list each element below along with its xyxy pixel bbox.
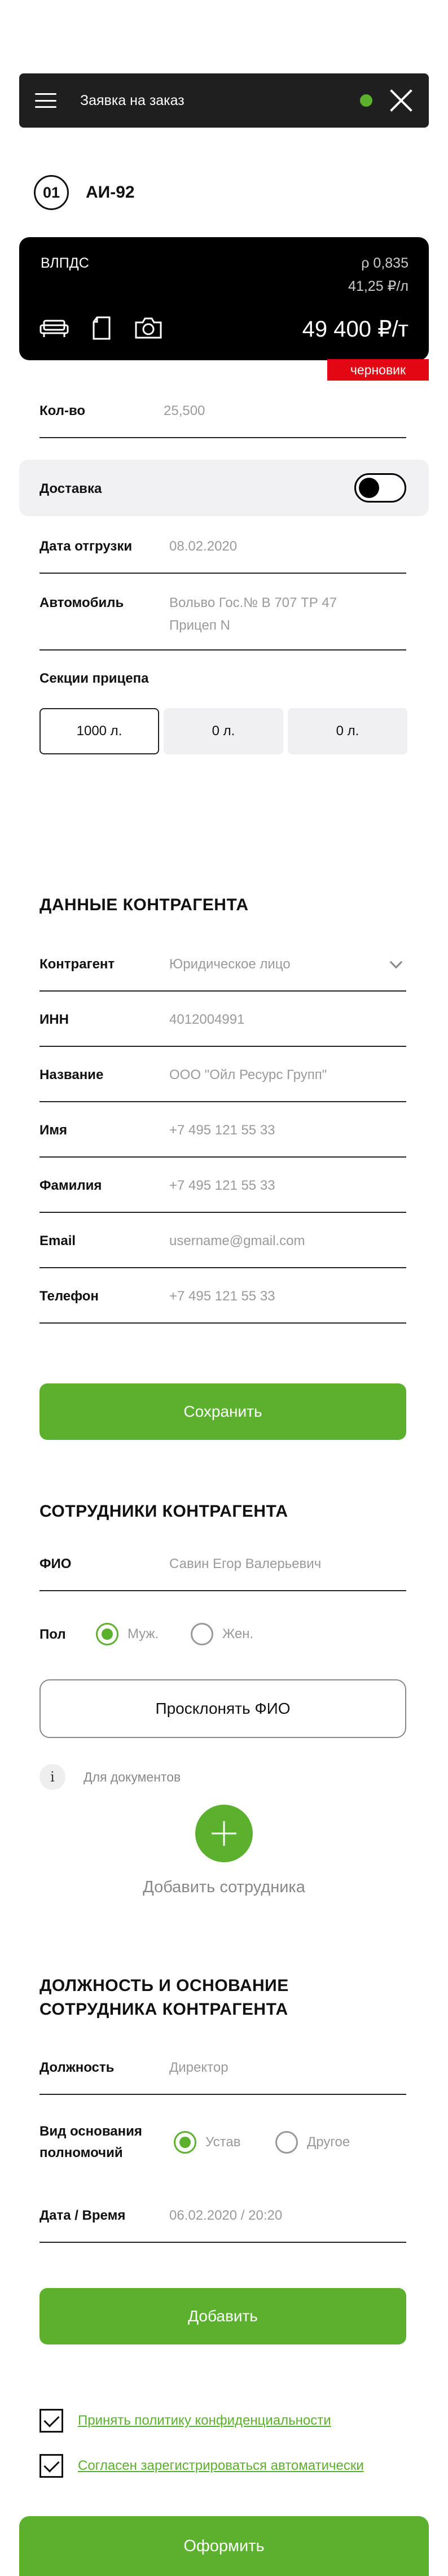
- employees-heading: СОТРУДНИКИ КОНТРАГЕНТА: [39, 1502, 288, 1521]
- delivery-toggle[interactable]: [354, 473, 406, 503]
- supplier-name: ВЛПДС: [41, 255, 89, 271]
- position-value[interactable]: Директор: [169, 2060, 229, 2076]
- auto-register-checkbox[interactable]: [39, 2454, 63, 2478]
- sofa-icon[interactable]: [39, 317, 69, 339]
- decline-fio-button[interactable]: Просклонять ФИО: [39, 1679, 406, 1738]
- privacy-policy-link[interactable]: Принять политику конфиденциальности: [78, 2413, 331, 2429]
- company-name-value[interactable]: ООО "Ойл Ресурс Групп": [169, 1067, 327, 1083]
- price-per-liter: 41,25 ₽/л: [348, 278, 409, 294]
- info-note-text: Для документов: [84, 1769, 181, 1784]
- save-button[interactable]: Сохранить: [39, 1383, 406, 1440]
- app-header: Заявка на заказ: [19, 73, 429, 128]
- last-name-value[interactable]: +7 495 121 55 33: [169, 1178, 275, 1194]
- fuel-title: 01 АИ-92: [34, 175, 135, 210]
- counterparty-type-label: Контрагент: [39, 957, 115, 972]
- first-name-value[interactable]: +7 495 121 55 33: [169, 1123, 275, 1138]
- auto-register-link[interactable]: Согласен зарегистрироваться автоматическ…: [78, 2458, 364, 2474]
- add-button[interactable]: Добавить: [39, 2288, 406, 2344]
- page-title: Заявка на заказ: [80, 92, 185, 108]
- quantity-label: Кол-во: [39, 403, 86, 418]
- privacy-checkbox[interactable]: [39, 2409, 63, 2433]
- phone-value[interactable]: +7 495 121 55 33: [169, 1289, 275, 1304]
- status-indicator: [360, 94, 372, 107]
- position-label: Должность: [39, 2060, 115, 2075]
- product-card: ВЛПДС ρ 0,835 41,25 ₽/л 49 400 ₽/т: [19, 237, 429, 360]
- fio-value[interactable]: Савин Егор Валерьевич: [169, 1556, 321, 1572]
- counterparty-type-value[interactable]: Юридическое лицо: [169, 957, 291, 972]
- add-employee-label[interactable]: Добавить сотрудника: [0, 1878, 448, 1897]
- fuel-number-badge: 01: [34, 175, 69, 210]
- counterparty-type-select[interactable]: Контрагент Юридическое лицо: [39, 935, 406, 992]
- document-icon[interactable]: [91, 316, 112, 340]
- car-field[interactable]: Автомобиль Вольво Гос.№ В 707 ТР 47 Приц…: [39, 574, 406, 650]
- trailer-section-3[interactable]: 0 л.: [288, 708, 407, 754]
- counterparty-heading: ДАННЫЕ КОНТРАГЕНТА: [39, 896, 249, 914]
- datetime-value[interactable]: 06.02.2020 / 20:20: [169, 2208, 282, 2224]
- last-name-field[interactable]: Фамилия +7 495 121 55 33: [39, 1156, 406, 1213]
- basis-other-radio[interactable]: Другое: [275, 2131, 350, 2154]
- position-field[interactable]: Должность Директор: [39, 2038, 406, 2095]
- phone-field[interactable]: Телефон +7 495 121 55 33: [39, 1267, 406, 1324]
- total-price: 49 400 ₽/т: [302, 317, 409, 342]
- position-heading-line-2: СОТРУДНИКА КОНТРАГЕНТА: [39, 2000, 288, 2019]
- trailer-sections-label: Секции прицепа: [39, 671, 149, 686]
- delivery-label: Доставка: [39, 481, 102, 496]
- fio-label: ФИО: [39, 1556, 72, 1571]
- first-name-field[interactable]: Имя +7 495 121 55 33: [39, 1101, 406, 1158]
- submit-order-button[interactable]: Оформить: [19, 2516, 429, 2576]
- ship-date-label: Дата отгрузки: [39, 539, 133, 554]
- gender-male-label: Муж.: [128, 1626, 159, 1641]
- add-employee-plus-icon[interactable]: [195, 1805, 253, 1862]
- auto-register-checkbox-row[interactable]: Согласен зарегистрироваться автоматическ…: [39, 2454, 364, 2478]
- basis-charter-radio[interactable]: Устав: [174, 2131, 240, 2154]
- inn-label: ИНН: [39, 1012, 69, 1027]
- company-name-field[interactable]: Название ООО "Ойл Ресурс Групп": [39, 1046, 406, 1102]
- quantity-value[interactable]: 25,500: [164, 403, 205, 419]
- car-label: Автомобиль: [39, 595, 124, 610]
- trailer-section-2[interactable]: 0 л.: [164, 708, 283, 754]
- authority-basis-label-line-1: Вид основания: [39, 2124, 142, 2139]
- gender-group: Пол Муж. Жен.: [39, 1618, 406, 1652]
- privacy-checkbox-row[interactable]: Принять политику конфиденциальности: [39, 2409, 331, 2433]
- inn-field[interactable]: ИНН 4012004991: [39, 990, 406, 1047]
- first-name-label: Имя: [39, 1123, 68, 1138]
- info-icon[interactable]: i: [39, 1764, 65, 1790]
- chevron-down-icon[interactable]: [389, 955, 403, 969]
- camera-icon[interactable]: [134, 317, 162, 339]
- datetime-field[interactable]: Дата / Время 06.02.2020 / 20:20: [39, 2186, 406, 2243]
- close-icon[interactable]: [389, 89, 413, 112]
- car-value[interactable]: Вольво Гос.№ В 707 ТР 47: [169, 595, 337, 611]
- company-name-label: Название: [39, 1067, 104, 1082]
- last-name-label: Фамилия: [39, 1178, 102, 1193]
- fuel-name: АИ-92: [86, 183, 135, 202]
- trailer-value[interactable]: Прицеп N: [169, 618, 230, 634]
- basis-charter-label: Устав: [205, 2134, 241, 2150]
- ship-date-value[interactable]: 08.02.2020: [169, 539, 237, 555]
- hamburger-icon[interactable]: [35, 93, 56, 108]
- fio-field[interactable]: ФИО Савин Егор Валерьевич: [39, 1535, 406, 1591]
- gender-female-label: Жен.: [222, 1626, 254, 1641]
- basis-other-label: Другое: [307, 2134, 350, 2150]
- ship-date-field[interactable]: Дата отгрузки 08.02.2020: [39, 517, 406, 574]
- email-value[interactable]: username@gmail.com: [169, 1233, 305, 1249]
- info-note: i Для документов: [39, 1764, 181, 1790]
- phone-label: Телефон: [39, 1289, 99, 1304]
- gender-male-radio[interactable]: Муж.: [96, 1623, 159, 1645]
- email-label: Email: [39, 1233, 76, 1248]
- inn-value[interactable]: 4012004991: [169, 1012, 244, 1028]
- quantity-field[interactable]: Кол-во 25,500: [39, 382, 406, 438]
- email-field[interactable]: Email username@gmail.com: [39, 1212, 406, 1268]
- authority-basis-label: Вид основания полномочий: [39, 2121, 142, 2164]
- density-price: ρ 0,835: [361, 255, 409, 271]
- position-heading: ДОЛЖНОСТЬ И ОСНОВАНИЕ СОТРУДНИКА КОНТРАГ…: [39, 1974, 289, 2021]
- draft-badge: черновик: [327, 359, 429, 381]
- position-heading-line-1: ДОЛЖНОСТЬ И ОСНОВАНИЕ: [39, 1976, 289, 1995]
- trailer-section-1[interactable]: 1000 л.: [39, 708, 159, 754]
- delivery-toggle-row: Доставка: [19, 460, 429, 516]
- datetime-label: Дата / Время: [39, 2208, 126, 2223]
- gender-female-radio[interactable]: Жен.: [191, 1623, 253, 1645]
- gender-label: Пол: [39, 1627, 66, 1642]
- authority-basis-group: Вид основания полномочий Устав Другое: [39, 2119, 406, 2169]
- authority-basis-label-line-2: полномочий: [39, 2145, 123, 2160]
